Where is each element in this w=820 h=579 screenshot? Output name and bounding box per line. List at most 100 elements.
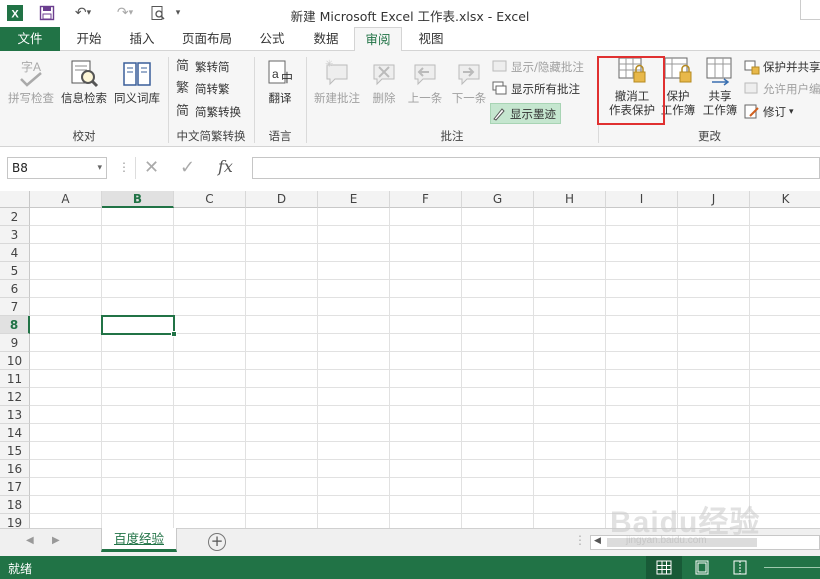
column-header[interactable]: K: [750, 191, 820, 208]
comment-toggle-icon: [492, 59, 508, 75]
hscroll-left-icon[interactable]: ◀: [594, 536, 601, 546]
tab-home[interactable]: 开始: [66, 27, 112, 51]
tab-formulas[interactable]: 公式: [248, 27, 296, 51]
track-changes-icon: [744, 104, 760, 120]
thesaurus-icon: [121, 57, 153, 89]
row-header[interactable]: 8: [0, 316, 30, 334]
tab-view[interactable]: 视图: [408, 27, 454, 51]
row-header[interactable]: 12: [0, 388, 30, 406]
row-header[interactable]: 3: [0, 226, 30, 244]
column-header[interactable]: J: [678, 191, 750, 208]
arrow-right-icon: [453, 57, 485, 89]
column-header[interactable]: E: [318, 191, 390, 208]
tab-file[interactable]: 文件: [0, 27, 60, 51]
protect-share-button[interactable]: 保护并共享: [744, 57, 820, 77]
add-sheet-icon[interactable]: +: [208, 533, 226, 551]
research-button[interactable]: 信息检索: [58, 57, 110, 105]
tab-review[interactable]: 审阅: [354, 27, 402, 52]
enter-icon[interactable]: ✓: [180, 157, 195, 178]
column-header[interactable]: C: [174, 191, 246, 208]
name-box-dropdown-icon[interactable]: ▾: [97, 158, 102, 178]
worksheet-grid[interactable]: ABCDEFGHIJK 2 3 4 5 6 7 8 9 10 11 12 13 14 15 16 17 18 19: [0, 191, 820, 528]
show-ink-button[interactable]: 显示墨迹: [490, 103, 561, 124]
sheet-tab[interactable]: 百度经验: [101, 528, 177, 552]
zoom-slider[interactable]: [764, 567, 820, 568]
scroll-left-icon[interactable]: ◀: [26, 535, 34, 546]
row-header[interactable]: 4: [0, 244, 30, 262]
row-header[interactable]: 18: [0, 496, 30, 514]
show-all-comments-button[interactable]: 显示所有批注: [492, 79, 580, 99]
row-header[interactable]: 13: [0, 406, 30, 424]
row-header[interactable]: 15: [0, 442, 30, 460]
track-changes-button[interactable]: 修订 ▾: [744, 102, 794, 122]
page-break-view-button[interactable]: [726, 556, 754, 579]
row-gridline: [30, 477, 820, 478]
svg-text:字: 字: [21, 59, 33, 74]
row-header[interactable]: 7: [0, 298, 30, 316]
select-all-corner[interactable]: [0, 191, 30, 208]
row-gridline: [30, 351, 820, 352]
row-gridline: [30, 387, 820, 388]
row-header[interactable]: 19: [0, 514, 30, 528]
column-header[interactable]: D: [246, 191, 318, 208]
status-bar: 就绪: [0, 556, 820, 579]
to-simplified-button[interactable]: 简繁转简: [176, 57, 230, 77]
help-icon[interactable]: [800, 0, 820, 20]
column-header[interactable]: I: [606, 191, 678, 208]
column-header[interactable]: H: [534, 191, 606, 208]
row-header[interactable]: 9: [0, 334, 30, 352]
page-layout-view-button[interactable]: [688, 556, 716, 579]
share-workbook-button[interactable]: 共享 工作簿: [700, 55, 740, 117]
row-header[interactable]: 5: [0, 262, 30, 280]
group-label-comments: 批注: [440, 129, 464, 143]
normal-view-button[interactable]: [646, 556, 682, 579]
translate-button[interactable]: a中 翻译: [260, 57, 300, 105]
scroll-right-icon[interactable]: ▶: [52, 535, 60, 546]
ribbon-tabs: 文件 开始 插入 页面布局 公式 数据 审阅 视图: [0, 27, 820, 52]
svg-text:A: A: [33, 60, 41, 74]
column-header[interactable]: B: [102, 191, 174, 208]
row-header[interactable]: 14: [0, 424, 30, 442]
column-gridline: [389, 208, 390, 528]
next-comment-button[interactable]: 下一条: [448, 57, 490, 105]
dropdown-arrow-icon[interactable]: ▾: [789, 102, 794, 122]
row-header[interactable]: 11: [0, 370, 30, 388]
spell-check-button[interactable]: 字A 拼写检查: [4, 57, 58, 105]
ink-pen-icon: [491, 106, 507, 122]
name-box[interactable]: B8 ▾: [7, 157, 107, 179]
row-header[interactable]: 16: [0, 460, 30, 478]
insert-function-icon[interactable]: fx: [218, 157, 233, 176]
selected-cell[interactable]: [101, 315, 177, 337]
group-label-changes: 更改: [698, 129, 721, 143]
column-header[interactable]: G: [462, 191, 534, 208]
tab-data[interactable]: 数据: [302, 27, 350, 51]
ribbon: 字A 拼写检查 信息检索 同义词库 校对 简繁转简 繁简转繁 简简繁转换 中文简…: [0, 51, 820, 147]
show-hide-comment-button[interactable]: 显示/隐藏批注: [492, 57, 584, 77]
row-header[interactable]: 10: [0, 352, 30, 370]
formula-input[interactable]: [252, 157, 820, 179]
allow-users-edit-button[interactable]: 允许用户编: [744, 79, 820, 99]
fill-handle[interactable]: [171, 331, 177, 337]
thesaurus-button[interactable]: 同义词库: [110, 57, 164, 105]
column-gridline: [245, 208, 246, 528]
cancel-icon[interactable]: ✕: [144, 157, 159, 178]
protect-workbook-button[interactable]: 保护 工作簿: [660, 55, 696, 117]
svg-text:中: 中: [281, 70, 293, 85]
more-options-icon[interactable]: ⋮: [118, 160, 130, 174]
tab-page-layout[interactable]: 页面布局: [172, 27, 242, 51]
delete-comment-button[interactable]: 删除: [366, 57, 402, 105]
to-traditional-button[interactable]: 繁简转繁: [176, 79, 230, 99]
previous-comment-button[interactable]: 上一条: [404, 57, 446, 105]
column-gridline: [749, 208, 750, 528]
chinese-convert-button[interactable]: 简简繁转换: [176, 102, 241, 122]
splitter-icon[interactable]: ⋮: [574, 533, 586, 547]
row-gridline: [30, 423, 820, 424]
row-header[interactable]: 2: [0, 208, 30, 226]
column-header[interactable]: A: [30, 191, 102, 208]
row-header[interactable]: 17: [0, 478, 30, 496]
row-header[interactable]: 6: [0, 280, 30, 298]
column-header[interactable]: F: [390, 191, 462, 208]
tab-insert[interactable]: 插入: [118, 27, 166, 51]
new-comment-icon: ✳: [321, 57, 353, 89]
new-comment-button[interactable]: ✳ 新建批注: [310, 57, 364, 105]
